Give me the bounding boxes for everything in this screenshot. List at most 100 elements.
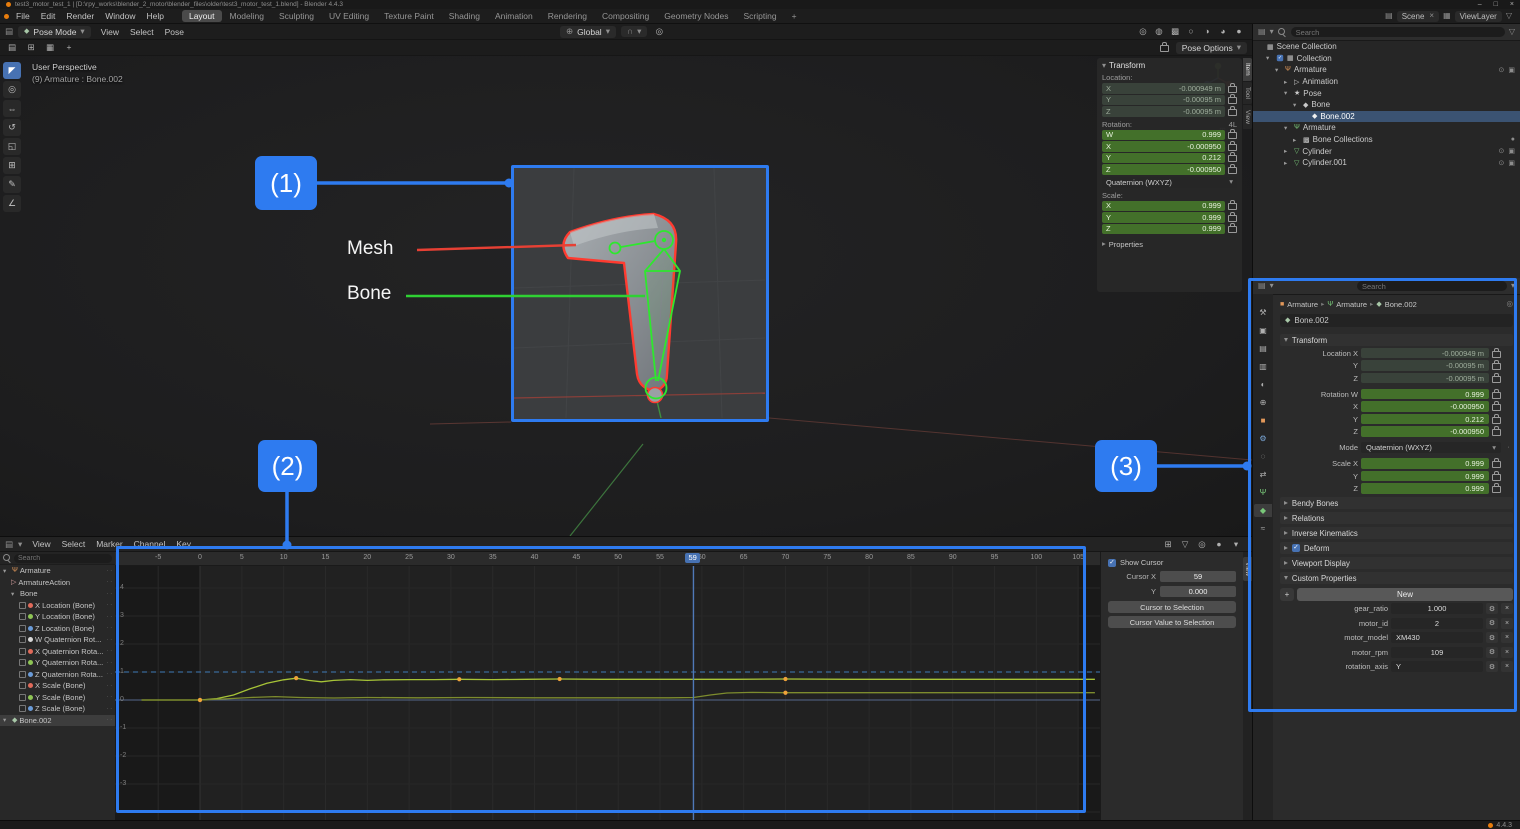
- lock-icon[interactable]: [1492, 429, 1501, 436]
- workspace-tab-modeling[interactable]: Modeling: [223, 10, 272, 22]
- channel-row-z-quaternion-rota[interactable]: Z Quaternion Rota...∙∙: [0, 669, 115, 681]
- lock-icon[interactable]: [1228, 155, 1237, 162]
- properties-tab-physics[interactable]: ◌: [1254, 450, 1272, 463]
- gear-icon[interactable]: ⚙: [1486, 618, 1498, 629]
- transform-field-location-x[interactable]: -0.000949 m: [1361, 348, 1489, 359]
- lock-icon[interactable]: [1492, 474, 1501, 481]
- close-icon[interactable]: ×: [1501, 661, 1513, 672]
- xray-button[interactable]: ▩: [1168, 25, 1182, 38]
- rotation-mode-dropdown[interactable]: Quaternion (WXYZ)▾: [1361, 442, 1501, 453]
- timeline-ruler[interactable]: -505101520253035404550556065707580859095…: [115, 552, 1100, 566]
- pin-icon[interactable]: ◎: [1506, 300, 1513, 308]
- workspace-tab-scripting[interactable]: Scripting: [737, 10, 784, 22]
- menu-window[interactable]: Window: [100, 10, 140, 22]
- graph-menu-select[interactable]: Select: [57, 538, 91, 550]
- snapping-dropdown[interactable]: ∩ ▾: [621, 26, 647, 37]
- editor-type-icon[interactable]: ▤: [1258, 282, 1266, 290]
- camera-icon[interactable]: ▣: [1508, 159, 1515, 167]
- properties-tab-scene[interactable]: ◐: [1254, 378, 1272, 391]
- transform-field-z[interactable]: -0.000950: [1361, 426, 1489, 437]
- new-property-button[interactable]: New: [1297, 588, 1513, 601]
- speaker-icon[interactable]: ∙: [107, 717, 109, 723]
- lock-icon[interactable]: [1492, 404, 1501, 411]
- outliner-row-bone-002[interactable]: ◆Bone.002: [1253, 111, 1520, 123]
- lock-icon[interactable]: [1228, 215, 1237, 222]
- gear-icon[interactable]: ⚙: [1486, 603, 1498, 614]
- location-z-field[interactable]: Z-0.00095 m: [1102, 106, 1225, 117]
- scale-z-field[interactable]: Z0.999: [1102, 224, 1225, 235]
- transform-orientation-dropdown[interactable]: ⊕ Global ▾: [560, 26, 616, 38]
- lock-icon[interactable]: [1228, 226, 1237, 233]
- lock-icon[interactable]: ∙: [110, 683, 112, 689]
- chevron-right-icon[interactable]: ▸: [1293, 136, 1300, 144]
- unlink-scene-icon[interactable]: ×: [1429, 12, 1434, 20]
- lock-icon[interactable]: ∙: [110, 648, 112, 654]
- channel-row-y-scale-bone[interactable]: Y Scale (Bone)∙∙: [0, 692, 115, 704]
- speaker-icon[interactable]: ∙: [107, 671, 109, 677]
- graph-menu-key[interactable]: Key: [171, 538, 196, 550]
- filter-icon[interactable]: ▽: [1506, 12, 1512, 20]
- custom-properties-header[interactable]: ▾ Custom Properties: [1280, 572, 1513, 584]
- graph-menu-marker[interactable]: Marker: [91, 538, 127, 550]
- transform-field-y[interactable]: 0.212: [1361, 414, 1489, 425]
- blender-logo-icon[interactable]: [4, 14, 9, 19]
- decorator-dot-icon[interactable]: ∙: [1504, 444, 1513, 451]
- rotation-w-field[interactable]: W0.999: [1102, 130, 1225, 141]
- channel-row-y-quaternion-rota[interactable]: Y Quaternion Rota...∙∙: [0, 657, 115, 669]
- workspace-tab-animation[interactable]: Animation: [488, 10, 540, 22]
- bone-name-field[interactable]: ◆ Bone.002: [1280, 314, 1513, 327]
- transform-field-scale-x[interactable]: 0.999: [1361, 458, 1489, 469]
- gear-icon[interactable]: ⚙: [1486, 632, 1498, 643]
- close-icon[interactable]: ×: [1501, 632, 1513, 643]
- transform-field-z[interactable]: 0.999: [1361, 483, 1489, 494]
- channel-search-input[interactable]: [14, 554, 112, 563]
- deform-checkbox[interactable]: ✓: [1292, 544, 1300, 552]
- graph-menu-view[interactable]: View: [27, 538, 55, 550]
- outliner-row-collection[interactable]: ▾✓▦Collection: [1253, 53, 1520, 65]
- dot-icon[interactable]: ●: [1511, 136, 1515, 143]
- lock-icon[interactable]: [1492, 461, 1501, 468]
- eye-icon[interactable]: ⊙: [1499, 159, 1505, 167]
- cursor-x-field[interactable]: 59: [1160, 571, 1236, 582]
- camera-icon[interactable]: ▣: [1508, 66, 1515, 74]
- chevron-down-icon[interactable]: ▾: [1275, 66, 1282, 74]
- eye-icon[interactable]: ⊙: [1499, 66, 1505, 74]
- tool-settings-icon-1[interactable]: ▤: [5, 41, 19, 54]
- outliner-row-animation[interactable]: ▸▷Animation: [1253, 76, 1520, 88]
- properties-tab-bone[interactable]: ◆: [1254, 504, 1272, 517]
- lock-icon[interactable]: ∙: [110, 614, 112, 620]
- custom-prop-field-motor-rpm[interactable]: 109: [1391, 647, 1483, 658]
- funnel-filter-button[interactable]: ▽: [1178, 538, 1192, 551]
- channel-checkbox[interactable]: [19, 613, 26, 620]
- chevron-down-icon[interactable]: ▾: [11, 590, 18, 598]
- editor-type-icon[interactable]: ▤: [5, 540, 13, 549]
- transform-tool[interactable]: ⊞: [3, 157, 21, 174]
- lock-icon[interactable]: [1228, 203, 1237, 210]
- transform-field-rotation-w[interactable]: 0.999: [1361, 389, 1489, 400]
- channel-checkbox[interactable]: [19, 636, 26, 643]
- rotate-tool[interactable]: ↺: [3, 119, 21, 136]
- rotation-mode-dropdown[interactable]: Quaternion (WXYZ) ▾: [1102, 177, 1237, 188]
- close-icon[interactable]: ×: [1501, 618, 1513, 629]
- viewport-menu-view[interactable]: View: [96, 26, 124, 38]
- outliner-row-bone-collections[interactable]: ▸▩Bone Collections●: [1253, 134, 1520, 146]
- channel-checkbox[interactable]: [19, 602, 26, 609]
- shading-material-button[interactable]: ◕: [1216, 25, 1230, 38]
- channel-row-z-location-bone[interactable]: Z Location (Bone)∙∙: [0, 623, 115, 635]
- header-more-button[interactable]: ▾: [1229, 538, 1243, 551]
- channel-checkbox[interactable]: [19, 671, 26, 678]
- camera-icon[interactable]: ▣: [1508, 147, 1515, 155]
- custom-prop-field-gear-ratio[interactable]: 1.000: [1391, 603, 1483, 614]
- add-property-icon[interactable]: +: [1280, 588, 1294, 601]
- outliner-row-armature[interactable]: ▾ΨArmature⊙▣: [1253, 64, 1520, 76]
- breadcrumb-item-armature[interactable]: ■Armature: [1280, 300, 1318, 309]
- lock-icon[interactable]: [1492, 392, 1501, 399]
- speaker-icon[interactable]: ∙: [107, 694, 109, 700]
- lock-icon[interactable]: ∙: [110, 625, 112, 631]
- custom-prop-field-motor-id[interactable]: 2: [1391, 618, 1483, 629]
- lock-icon[interactable]: ∙: [110, 671, 112, 677]
- viewport-menu-pose[interactable]: Pose: [160, 26, 189, 38]
- shading-wireframe-button[interactable]: ○: [1184, 25, 1198, 38]
- scale-tool[interactable]: ◱: [3, 138, 21, 155]
- lock-icon[interactable]: [1492, 351, 1501, 358]
